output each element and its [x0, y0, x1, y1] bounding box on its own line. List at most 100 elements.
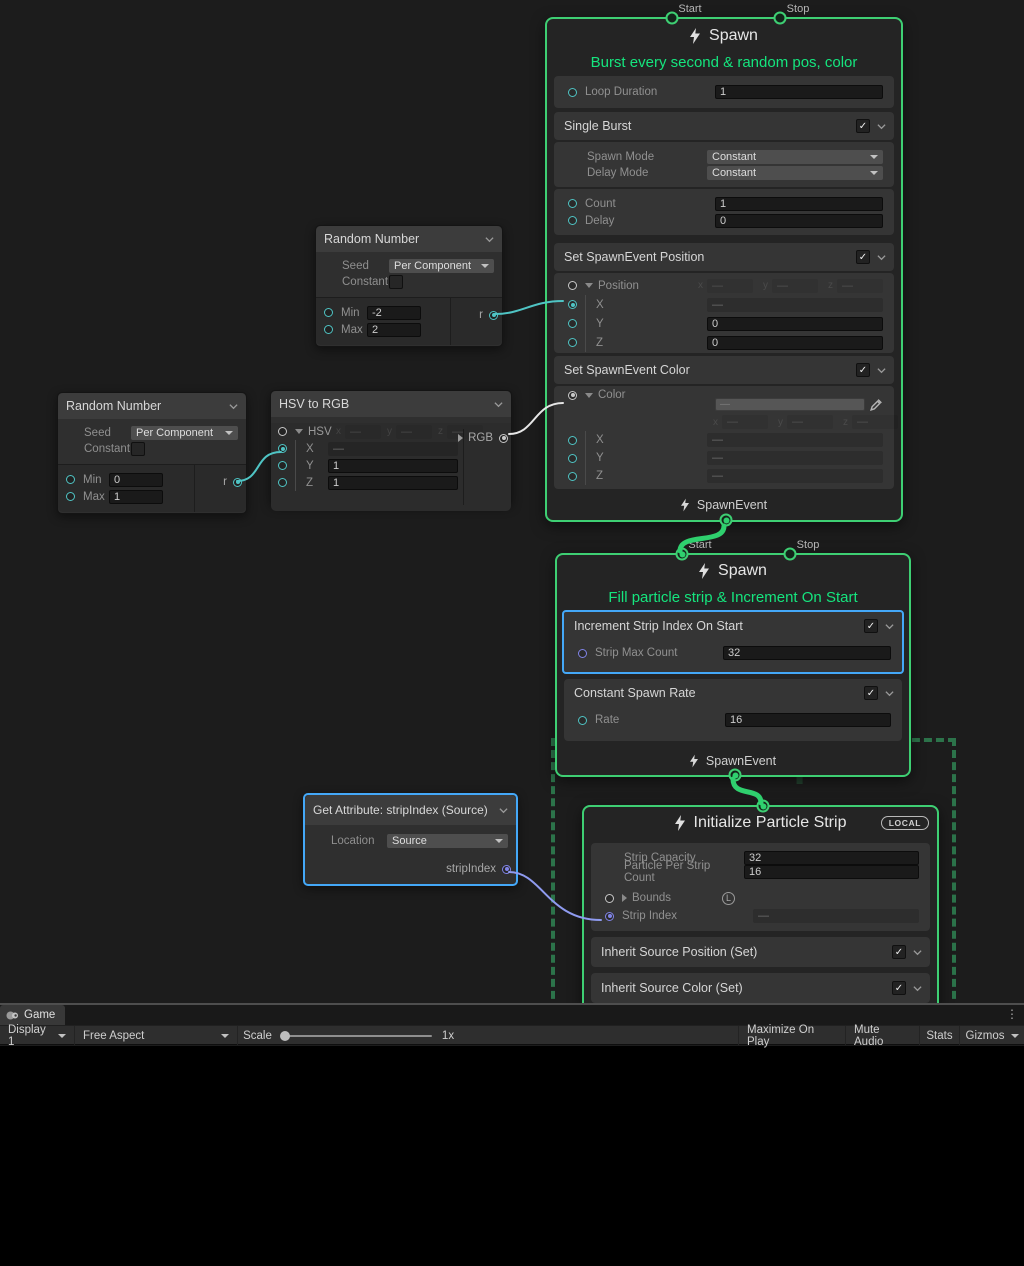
color-y-mini[interactable]: — [787, 415, 833, 429]
max-field[interactable]: 2 [367, 323, 421, 337]
port-position-x[interactable] [568, 300, 577, 309]
tab-game[interactable]: Game [0, 1005, 65, 1025]
scale-slider-handle[interactable] [280, 1031, 290, 1041]
scale-slider-track[interactable] [285, 1035, 432, 1037]
block-increment-strip-index[interactable]: Increment Strip Index On Start ✓ Strip M… [562, 610, 904, 674]
port-hsv-x[interactable] [278, 444, 287, 453]
port-hsv[interactable] [278, 427, 287, 436]
flow-anchor-stop[interactable] [784, 548, 797, 561]
expander-down-icon[interactable] [585, 393, 593, 398]
position-x-mini[interactable]: — [707, 279, 753, 293]
strip-index-field[interactable]: — [753, 909, 919, 923]
seed-dropdown[interactable]: Per Component [389, 259, 494, 273]
port-hsv-z[interactable] [278, 478, 287, 487]
port-position-y[interactable] [568, 319, 577, 328]
expander-right-icon[interactable] [622, 894, 627, 902]
rate-field[interactable]: 16 [725, 713, 891, 727]
node-random-number-2[interactable]: Random Number Seed Per Component Constan… [57, 392, 247, 514]
local-badge[interactable]: LOCAL [881, 816, 929, 830]
port-color[interactable] [568, 391, 577, 400]
delay-mode-dropdown[interactable]: Constant [707, 166, 883, 180]
expander-down-icon[interactable] [295, 429, 303, 434]
node-initialize-particle-strip[interactable]: Initialize Particle Strip LOCAL Strip Ca… [582, 805, 939, 1009]
port-color-z[interactable] [568, 472, 577, 481]
block-set-color-header[interactable]: Set SpawnEvent Color ✓ [554, 356, 894, 384]
delay-field[interactable]: 0 [715, 214, 883, 228]
inherit-color-checkbox[interactable]: ✓ [892, 981, 906, 995]
display-dropdown[interactable]: Display 1 [0, 1026, 74, 1045]
port-color-y[interactable] [568, 454, 577, 463]
port-max[interactable] [66, 492, 75, 501]
strip-capacity-field[interactable]: 32 [744, 851, 919, 865]
block2-checkbox[interactable]: ✓ [864, 686, 878, 700]
node-spawn-burst[interactable]: Start Stop Spawn Burst every second & ra… [545, 17, 903, 522]
maximize-on-play-button[interactable]: Maximize On Play [738, 1026, 845, 1045]
hsv-y-mini[interactable]: — [396, 425, 432, 439]
expander-down-icon[interactable] [585, 283, 593, 288]
block-inherit-position[interactable]: Inherit Source Position (Set) ✓ [591, 937, 930, 967]
block-single-burst-header[interactable]: Single Burst ✓ [554, 112, 894, 140]
chevron-down-icon[interactable] [885, 689, 894, 698]
particle-per-strip-field[interactable]: 16 [744, 865, 919, 879]
node-get-attribute[interactable]: Get Attribute: stripIndex (Source) Locat… [303, 793, 518, 886]
min-field[interactable]: -2 [367, 306, 421, 320]
chevron-down-icon[interactable] [877, 253, 886, 262]
port-strip-index[interactable] [605, 912, 614, 921]
strip-max-count-field[interactable]: 32 [723, 646, 891, 660]
position-y-field[interactable]: 0 [707, 317, 883, 331]
hsv-x-mini[interactable]: — [345, 425, 381, 439]
port-bounds[interactable] [605, 894, 614, 903]
node-random-number-1[interactable]: Random Number Seed Per Component Constan… [315, 225, 503, 347]
loop-duration-field[interactable]: 1 [715, 85, 883, 99]
chevron-down-icon[interactable] [494, 400, 503, 409]
color-y-field[interactable]: — [707, 451, 883, 465]
chevron-down-icon[interactable] [877, 366, 886, 375]
port-count[interactable] [568, 199, 577, 208]
port-delay[interactable] [568, 216, 577, 225]
port-position-z[interactable] [568, 338, 577, 347]
flow-anchor-start[interactable] [676, 548, 689, 561]
single-burst-checkbox[interactable]: ✓ [856, 119, 870, 133]
mute-audio-button[interactable]: Mute Audio [845, 1026, 919, 1045]
chevron-down-icon[interactable] [913, 948, 922, 957]
block-constant-spawn-rate[interactable]: Constant Spawn Rate ✓ Rate 16 [564, 679, 902, 741]
position-y-mini[interactable]: — [772, 279, 818, 293]
flow-anchor-stop[interactable] [774, 12, 787, 25]
position-z-field[interactable]: 0 [707, 336, 883, 350]
color-x-mini[interactable]: — [722, 415, 768, 429]
game-view[interactable] [0, 1046, 1024, 1266]
color-z-field[interactable]: — [707, 469, 883, 483]
port-position[interactable] [568, 281, 577, 290]
color-z-mini[interactable]: — [852, 415, 898, 429]
node-hsv-to-rgb[interactable]: HSV to RGB HSV x— y— z— X — Y 1 [270, 390, 512, 505]
port-r-output[interactable] [489, 311, 498, 320]
chevron-down-icon[interactable] [913, 984, 922, 993]
block-set-position-header[interactable]: Set SpawnEvent Position ✓ [554, 243, 894, 271]
aspect-dropdown[interactable]: Free Aspect [74, 1026, 237, 1045]
gizmos-dropdown[interactable]: Gizmos [959, 1026, 1024, 1045]
set-position-checkbox[interactable]: ✓ [856, 250, 870, 264]
port-min[interactable] [66, 475, 75, 484]
seed-dropdown[interactable]: Per Component [131, 426, 238, 440]
hsv-y-field[interactable]: 1 [328, 459, 458, 473]
flow-anchor-in[interactable] [757, 800, 770, 813]
flow-anchor-spawnevent-out[interactable] [729, 769, 742, 782]
port-strip-max-count[interactable] [578, 649, 587, 658]
kebab-menu-icon[interactable] [1006, 1007, 1018, 1021]
chevron-down-icon[interactable] [877, 122, 886, 131]
constant-checkbox[interactable] [131, 442, 145, 456]
port-min[interactable] [324, 308, 333, 317]
port-loop-duration[interactable] [568, 88, 577, 97]
node-header[interactable]: Random Number [316, 226, 502, 252]
position-z-mini[interactable]: — [837, 279, 883, 293]
chevron-down-icon[interactable] [485, 235, 494, 244]
node-header[interactable]: Get Attribute: stripIndex (Source) [305, 795, 516, 825]
flow-anchor-start[interactable] [666, 12, 679, 25]
flow-anchor-spawnevent-out[interactable] [720, 514, 733, 527]
spawn-mode-dropdown[interactable]: Constant [707, 150, 883, 164]
port-stripindex-output[interactable] [502, 865, 511, 874]
node-header[interactable]: Random Number [58, 393, 246, 419]
chevron-down-icon[interactable] [885, 622, 894, 631]
chevron-down-icon[interactable] [229, 402, 238, 411]
location-dropdown[interactable]: Source [387, 834, 508, 848]
